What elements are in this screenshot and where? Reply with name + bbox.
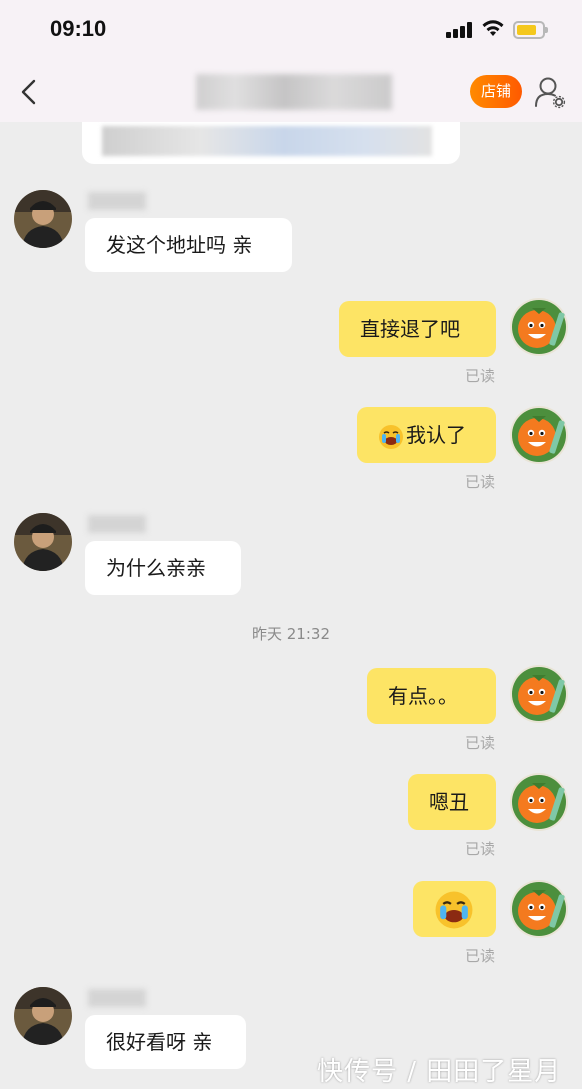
watermark: 快传号 / 田田了星月 — [317, 1057, 562, 1087]
status-bar: 09:10 — [0, 0, 582, 60]
read-receipt: 已读 — [464, 367, 495, 385]
chat-area[interactable]: 发这个地址吗 亲 直接退了吧 已读 我认了 已读 为什么亲亲 昨天 21:32 … — [0, 122, 582, 1089]
shop-button[interactable]: 店铺 — [470, 75, 522, 108]
sender-name-blurred — [88, 989, 146, 1007]
my-avatar[interactable] — [510, 665, 568, 723]
status-time: 09:10 — [50, 16, 107, 41]
timestamp: 昨天 21:32 — [252, 625, 330, 643]
nav-bar: 店铺 — [0, 60, 582, 122]
read-receipt: 已读 — [464, 734, 495, 752]
crying-emoji-icon — [379, 424, 403, 449]
seller-avatar[interactable] — [14, 190, 72, 248]
message-bubble[interactable]: 直接退了吧 — [339, 301, 496, 357]
message-text: 我认了 — [406, 423, 466, 447]
chat-title-blurred — [196, 74, 392, 110]
signal-icon — [446, 22, 472, 38]
message-bubble[interactable]: 我认了 — [357, 407, 496, 463]
wifi-icon — [482, 20, 504, 36]
sender-name-blurred — [88, 515, 146, 533]
user-settings-icon[interactable] — [533, 75, 567, 109]
my-avatar[interactable] — [510, 298, 568, 356]
message-bubble[interactable]: 很好看呀 亲 — [85, 1015, 246, 1069]
back-icon[interactable] — [15, 77, 45, 107]
product-card-blurred[interactable] — [82, 122, 460, 164]
read-receipt: 已读 — [464, 947, 495, 965]
emoji-message-bubble[interactable] — [413, 881, 496, 937]
sender-name-blurred — [88, 192, 146, 210]
message-bubble[interactable]: 发这个地址吗 亲 — [85, 218, 292, 272]
my-avatar[interactable] — [510, 773, 568, 831]
battery-icon — [513, 21, 548, 39]
seller-avatar[interactable] — [14, 987, 72, 1045]
crying-emoji-icon — [435, 891, 473, 929]
message-bubble[interactable]: 嗯丑 — [408, 774, 496, 830]
message-bubble[interactable]: 有点。。 — [367, 668, 496, 724]
my-avatar[interactable] — [510, 880, 568, 938]
message-bubble[interactable]: 为什么亲亲 — [85, 541, 241, 595]
seller-avatar[interactable] — [14, 513, 72, 571]
read-receipt: 已读 — [464, 840, 495, 858]
read-receipt: 已读 — [464, 473, 495, 491]
my-avatar[interactable] — [510, 406, 568, 464]
